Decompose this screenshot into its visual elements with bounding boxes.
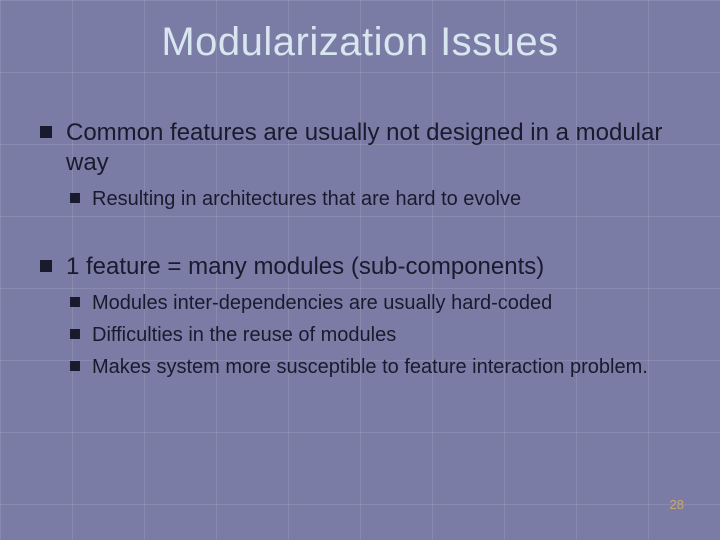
bullet-level2: Modules inter-dependencies are usually h…: [70, 290, 680, 316]
bullet-level1: 1 feature = many modules (sub-components…: [40, 252, 680, 282]
bullet-level1: Common features are usually not designed…: [40, 118, 680, 178]
slide-title: Modularization Issues: [0, 20, 720, 65]
bullet-text: Modules inter-dependencies are usually h…: [92, 292, 552, 314]
slide: Modularization Issues Common features ar…: [0, 0, 720, 540]
slide-content: Common features are usually not designed…: [40, 118, 680, 386]
bullet-level2: Makes system more susceptible to feature…: [70, 354, 680, 380]
bullet-text: Difficulties in the reuse of modules: [92, 324, 396, 346]
page-number: 28: [670, 497, 684, 512]
bullet-text: Makes system more susceptible to feature…: [92, 356, 648, 378]
bullet-text: Resulting in architectures that are hard…: [92, 188, 521, 210]
bullet-text: Common features are usually not designed…: [66, 119, 662, 176]
spacer: [40, 218, 680, 252]
bullet-level2: Resulting in architectures that are hard…: [70, 186, 680, 212]
bullet-text: 1 feature = many modules (sub-components…: [66, 253, 544, 280]
bullet-level2: Difficulties in the reuse of modules: [70, 322, 680, 348]
